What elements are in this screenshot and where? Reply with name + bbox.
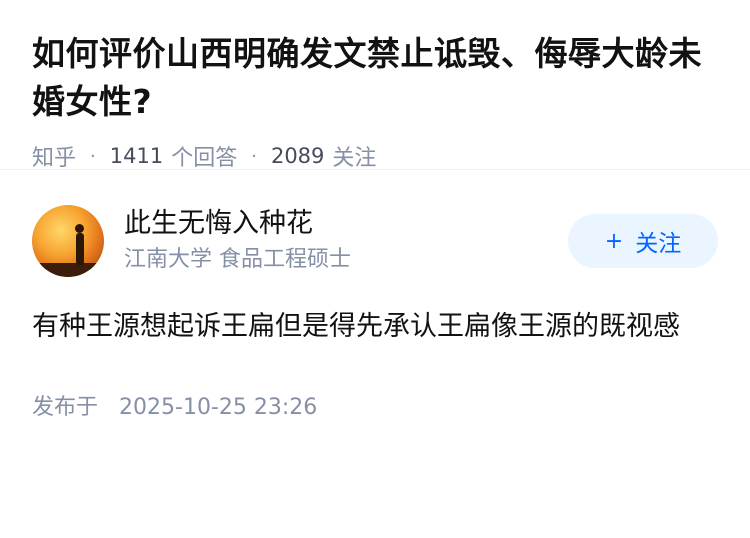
follow-label: 关注 <box>635 231 682 257</box>
question-title[interactable]: 如何评价山西明确发文禁止诋毁、侮辱大龄未婚女性? <box>32 30 718 126</box>
published-label: 发布于 <box>32 395 99 420</box>
avatar[interactable] <box>32 205 104 277</box>
author-name[interactable]: 此生无悔入种花 <box>124 206 568 242</box>
follower-count: 2089 <box>270 144 325 168</box>
author-description: 江南大学 食品工程硕士 <box>124 247 351 272</box>
published-time: 2025-10-25 23:26 <box>119 395 318 420</box>
author-row: 此生无悔入种花 江南大学 食品工程硕士 + 关注 <box>32 204 718 278</box>
separator-dot: · <box>90 145 96 167</box>
author-info: 此生无悔入种花 江南大学 食品工程硕士 <box>124 206 568 276</box>
answer-count: 1411 <box>109 144 164 168</box>
follow-button[interactable]: + 关注 <box>568 214 718 268</box>
question-header: 如何评价山西明确发文禁止诋毁、侮辱大龄未婚女性? 知乎 · 1411 个回答 ·… <box>0 0 750 172</box>
separator-dot: · <box>251 145 257 167</box>
source-label[interactable]: 知乎 <box>32 140 76 172</box>
avatar-ground <box>32 263 104 277</box>
plus-icon: + <box>604 228 624 254</box>
answer-card: 此生无悔入种花 江南大学 食品工程硕士 + 关注 有种王源想起诉王扁但是得先承认… <box>0 204 750 421</box>
publish-info: 发布于 2025-10-25 23:26 <box>32 389 718 421</box>
answer-count-unit: 个回答 <box>171 146 238 171</box>
question-meta: 知乎 · 1411 个回答 · 2089 关注 <box>32 140 718 172</box>
avatar-figure <box>75 224 84 265</box>
follower-count-unit: 关注 <box>332 146 377 171</box>
answer-content[interactable]: 有种王源想起诉王扁但是得先承认王扁像王源的既视感 <box>32 304 718 349</box>
